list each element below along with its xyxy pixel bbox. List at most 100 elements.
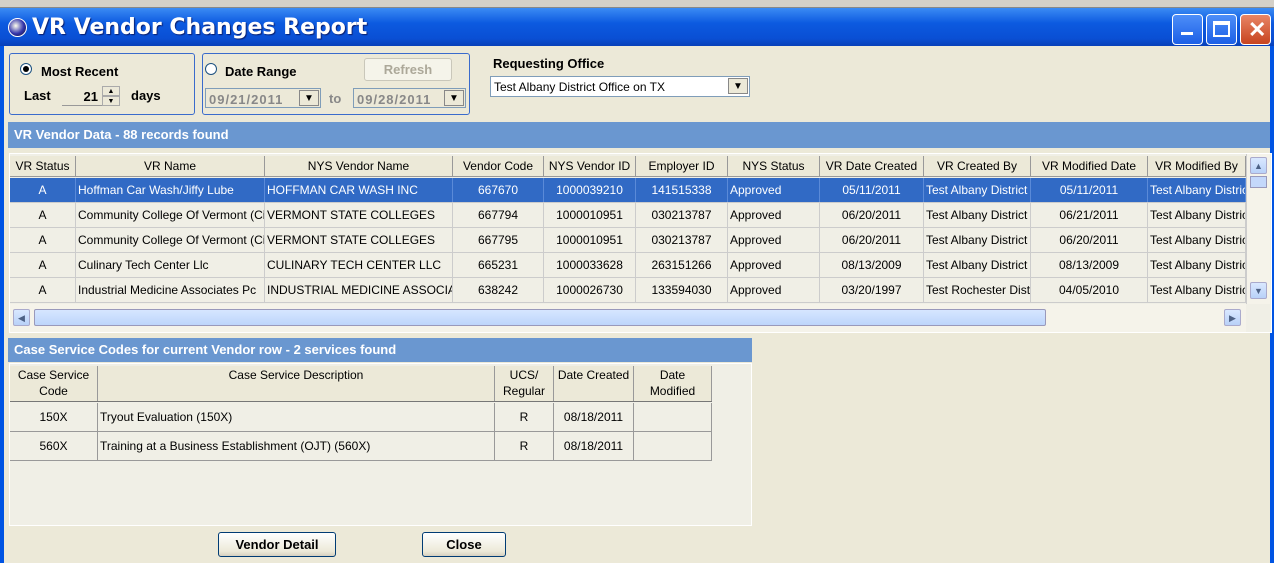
table-cell: R	[495, 432, 554, 460]
table-cell: 141515338	[636, 178, 728, 202]
table-cell: Approved	[728, 178, 820, 202]
table-row[interactable]: A Hoffman Car Wash/Jiffy Lube HOFFMAN CAR …	[10, 178, 1246, 203]
table-cell: VERMONT STATE COLLEGES	[265, 203, 453, 227]
requesting-office-select[interactable]: Test Albany District Office on TX ▼	[490, 76, 750, 97]
title-bar[interactable]: VR Vendor Changes Report ✕	[0, 8, 1274, 46]
vendor-grid: VR Status VR Name NYS Vendor Name Vendor Co…	[9, 153, 1272, 333]
table-cell: Approved	[728, 253, 820, 277]
days-spinner[interactable]: ▲ ▼	[62, 86, 120, 106]
table-cell: 665231	[453, 253, 544, 277]
list-item[interactable]: 560X Training at a Business Establishment…	[10, 432, 712, 461]
table-row[interactable]: A Industrial Medicine Associates Pc INDUST…	[10, 278, 1246, 303]
column-header[interactable]: Date Modified	[634, 366, 712, 401]
minimize-button[interactable]	[1172, 14, 1203, 45]
report-window: VR Vendor Changes Report ✕ Most Recent L…	[0, 8, 1274, 563]
requesting-office-label: Requesting Office	[493, 56, 605, 71]
table-cell: 030213787	[636, 228, 728, 252]
table-cell: Community College Of Vermont (Ci	[76, 203, 265, 227]
table-cell: 638242	[453, 278, 544, 302]
maximize-button[interactable]	[1206, 14, 1237, 45]
table-cell: Test Albany District	[924, 178, 1031, 202]
window-client: Most Recent Last ▲ ▼ days Date Range Ref…	[4, 46, 1272, 563]
table-cell: Test Albany District	[1148, 278, 1246, 302]
table-cell: 667795	[453, 228, 544, 252]
days-label: days	[131, 88, 161, 103]
requesting-office-value: Test Albany District Office on TX	[494, 80, 665, 94]
column-header[interactable]: VR Created By	[924, 156, 1031, 176]
table-cell: A	[10, 278, 76, 302]
globe-icon	[8, 18, 27, 37]
horizontal-scrollbar[interactable]: ◀ ▶	[10, 304, 1246, 332]
table-cell: Test Albany District	[924, 203, 1031, 227]
table-row[interactable]: A Community College Of Vermont (Ci VERMONT…	[10, 228, 1246, 253]
list-item[interactable]: 150X Tryout Evaluation (150X) R 08/18/2011	[10, 403, 712, 432]
close-window-button[interactable]: ✕	[1240, 14, 1271, 45]
table-cell: 08/18/2011	[554, 432, 634, 460]
column-header[interactable]: VR Modified Date	[1031, 156, 1148, 176]
column-header[interactable]: VR Date Created	[820, 156, 924, 176]
table-row[interactable]: A Culinary Tech Center Llc CULINARY TECH C…	[10, 253, 1246, 278]
most-recent-label[interactable]: Most Recent	[41, 64, 118, 79]
column-header[interactable]: NYS Vendor ID	[544, 156, 636, 176]
table-row[interactable]: A Community College Of Vermont (Ci VERMONT…	[10, 203, 1246, 228]
table-cell: 06/20/2011	[820, 203, 924, 227]
table-cell: CULINARY TECH CENTER LLC	[265, 253, 453, 277]
chevron-down-icon[interactable]: ▼	[444, 90, 464, 106]
table-cell: A	[10, 178, 76, 202]
table-cell: Approved	[728, 203, 820, 227]
scroll-down-icon[interactable]: ▼	[1250, 282, 1267, 299]
from-date-combo[interactable]: 09/21/2011 ▼	[205, 88, 321, 108]
close-icon: ✕	[1248, 17, 1267, 42]
spin-up-icon[interactable]: ▲	[102, 86, 120, 96]
scroll-right-icon[interactable]: ▶	[1224, 309, 1241, 326]
column-header[interactable]: Date Created	[554, 366, 634, 401]
column-header[interactable]: NYS Status	[728, 156, 820, 176]
column-header[interactable]: Case Service Description	[98, 366, 495, 401]
most-recent-radio[interactable]	[20, 63, 32, 75]
table-cell: Hoffman Car Wash/Jiffy Lube	[76, 178, 265, 202]
services-section-header: Case Service Codes for current Vendor ro…	[8, 338, 752, 362]
services-grid: Case Service Code Case Service Descriptio…	[9, 363, 752, 526]
column-header[interactable]: UCS/ Regular	[495, 366, 554, 401]
date-range-label[interactable]: Date Range	[225, 64, 297, 79]
table-cell: 05/11/2011	[820, 178, 924, 202]
days-input[interactable]	[62, 86, 102, 106]
table-cell: 030213787	[636, 203, 728, 227]
vendor-detail-button[interactable]: Vendor Detail	[218, 532, 336, 557]
table-cell: 04/05/2010	[1031, 278, 1148, 302]
column-header[interactable]: Vendor Code	[453, 156, 544, 176]
close-button[interactable]: Close	[422, 532, 506, 557]
column-header[interactable]: VR Name	[76, 156, 265, 176]
table-cell: Training at a Business Establishment (OJ…	[98, 432, 495, 460]
scroll-left-icon[interactable]: ◀	[13, 309, 30, 326]
column-header[interactable]: Employer ID	[636, 156, 728, 176]
column-header[interactable]: Case Service Code	[10, 366, 98, 401]
table-cell: 667794	[453, 203, 544, 227]
table-cell: HOFFMAN CAR WASH INC	[265, 178, 453, 202]
column-header[interactable]: NYS Vendor Name	[265, 156, 453, 176]
column-header[interactable]: VR Modified By	[1148, 156, 1246, 176]
vendor-section-header: VR Vendor Data - 88 records found	[8, 122, 1270, 148]
refresh-button[interactable]: Refresh	[364, 58, 452, 81]
table-cell: 1000010951	[544, 203, 636, 227]
chevron-down-icon[interactable]: ▼	[728, 78, 748, 94]
last-label: Last	[24, 88, 51, 103]
date-range-radio[interactable]	[205, 63, 217, 75]
table-cell: Test Albany District	[924, 253, 1031, 277]
table-cell: A	[10, 228, 76, 252]
table-cell	[634, 403, 712, 431]
to-date-combo[interactable]: 09/28/2011 ▼	[353, 88, 466, 108]
scroll-up-icon[interactable]: ▲	[1250, 157, 1267, 174]
table-cell: A	[10, 203, 76, 227]
table-cell: 560X	[10, 432, 98, 460]
table-cell: Test Albany District	[1148, 203, 1246, 227]
scroll-thumb[interactable]	[1250, 176, 1267, 188]
hscroll-thumb[interactable]	[34, 309, 1046, 326]
chevron-down-icon[interactable]: ▼	[299, 90, 319, 106]
vertical-scrollbar[interactable]: ▲ ▼	[1246, 154, 1270, 304]
maximize-icon	[1213, 21, 1230, 37]
spin-down-icon[interactable]: ▼	[102, 96, 120, 106]
table-cell: 1000033628	[544, 253, 636, 277]
column-header[interactable]: VR Status	[10, 156, 76, 176]
table-cell: Test Rochester District	[924, 278, 1031, 302]
